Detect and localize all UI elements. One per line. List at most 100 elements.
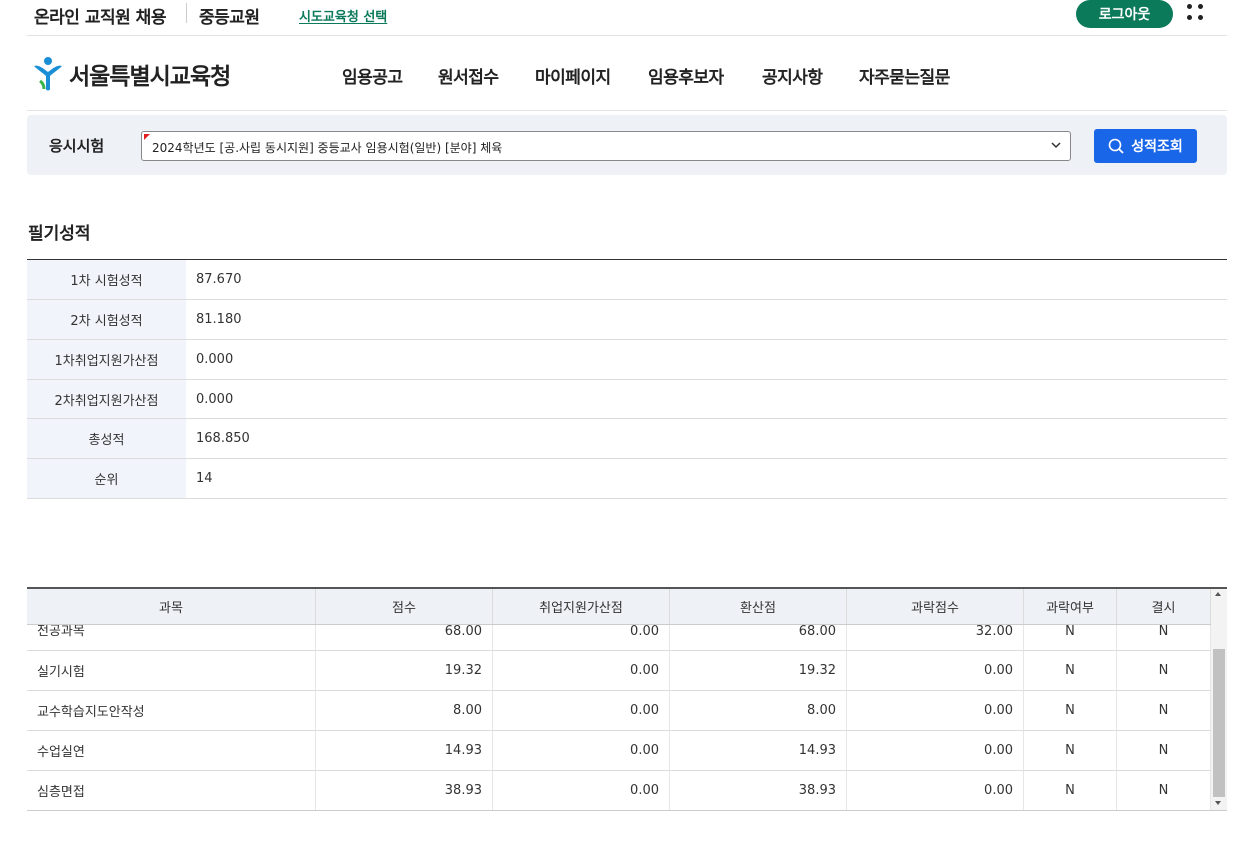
- subject-table-header: 과목 점수 취업지원가산점 환산점 과락점수 과락여부 결시: [27, 589, 1211, 625]
- region-select-link[interactable]: 시도교육청 선택: [299, 6, 387, 25]
- subject-table-body: 전공과목 68.00 0.00 68.00 32.00 N N 실기시험 19.…: [27, 625, 1211, 810]
- cell-absent: N: [1117, 771, 1211, 810]
- written-row-label: 1차 시험성적: [27, 260, 186, 299]
- cell-absent: N: [1117, 731, 1211, 770]
- subject-score-table: 과목 점수 취업지원가산점 환산점 과락점수 과락여부 결시 전공과목 68.0…: [27, 587, 1227, 811]
- logo-text: 서울특별시교육청: [69, 64, 231, 90]
- top-bar: 온라인 교직원 채용 중등교원 시도교육청 선택 로그아웃: [27, 0, 1227, 36]
- written-score-table: 1차 시험성적 87.670 2차 시험성적 81.180 1차취업지원가산점 …: [27, 259, 1227, 499]
- written-row-value: 0.000: [196, 391, 234, 407]
- cell-subject: 실기시험: [27, 651, 316, 690]
- written-row-label: 총성적: [27, 419, 186, 458]
- exam-label: 응시시험: [49, 137, 105, 155]
- cell-failed: N: [1024, 651, 1117, 690]
- written-row-value: 87.670: [196, 272, 242, 287]
- nav-item-faq[interactable]: 자주묻는질문: [859, 63, 950, 88]
- written-row: 순위 14: [27, 459, 1227, 499]
- cell-score: 68.00: [316, 625, 493, 650]
- written-score-title: 필기성적: [28, 224, 91, 244]
- grid-menu-icon[interactable]: [1187, 4, 1205, 22]
- header-cutoff: 과락점수: [847, 589, 1024, 624]
- header-score: 점수: [316, 589, 493, 624]
- cell-score: 38.93: [316, 771, 493, 810]
- table-row: 심층면접 38.93 0.00 38.93 0.00 N N: [27, 771, 1211, 810]
- cell-cutoff: 0.00: [847, 651, 1024, 690]
- cell-failed: N: [1024, 625, 1117, 650]
- logout-button[interactable]: 로그아웃: [1076, 0, 1173, 28]
- cell-subject: 심층면접: [27, 771, 316, 810]
- written-row: 2차 시험성적 81.180: [27, 300, 1227, 340]
- cell-failed: N: [1024, 691, 1117, 730]
- written-row-value: 81.180: [196, 312, 242, 327]
- scroll-thumb[interactable]: [1213, 649, 1225, 797]
- table-row: 전공과목 68.00 0.00 68.00 32.00 N N: [27, 625, 1211, 651]
- score-lookup-label: 성적조회: [1131, 138, 1183, 154]
- cell-absent: N: [1117, 691, 1211, 730]
- cell-absent: N: [1117, 651, 1211, 690]
- table-scrollbar[interactable]: [1211, 589, 1227, 810]
- header-bonus: 취업지원가산점: [493, 589, 670, 624]
- cell-bonus: 0.00: [493, 691, 670, 730]
- nav-item-candidates[interactable]: 임용후보자: [648, 63, 724, 88]
- cell-bonus: 0.00: [493, 731, 670, 770]
- site-title: 온라인 교직원 채용: [34, 8, 166, 28]
- written-row: 총성적 168.850: [27, 419, 1227, 459]
- cell-cutoff: 0.00: [847, 731, 1024, 770]
- header-subject: 과목: [27, 589, 316, 624]
- cell-bonus: 0.00: [493, 651, 670, 690]
- main-header: 서울특별시교육청 임용공고 원서접수 마이페이지 임용후보자 공지사항 자주묻는…: [27, 36, 1227, 111]
- chevron-down-icon: [1051, 142, 1061, 149]
- exam-select[interactable]: 2024학년도 [공.사립 동시지원] 중등교사 임용시험(일반) [분야] 체…: [141, 131, 1071, 161]
- header-absent: 결시: [1117, 589, 1211, 624]
- exam-select-value: 2024학년도 [공.사립 동시지원] 중등교사 임용시험(일반) [분야] 체…: [152, 141, 503, 155]
- table-row: 수업실연 14.93 0.00 14.93 0.00 N N: [27, 731, 1211, 771]
- exam-search-panel: 응시시험 2024학년도 [공.사립 동시지원] 중등교사 임용시험(일반) […: [27, 115, 1227, 175]
- written-row-value: 168.850: [196, 431, 250, 446]
- written-row: 1차취업지원가산점 0.000: [27, 340, 1227, 380]
- nav-item-mypage[interactable]: 마이페이지: [535, 63, 611, 88]
- scroll-up-arrow-icon[interactable]: [1215, 592, 1221, 596]
- seoul-logo-icon: [34, 57, 62, 91]
- cell-converted: 19.32: [670, 651, 847, 690]
- cell-cutoff: 0.00: [847, 771, 1024, 810]
- cell-converted: 68.00: [670, 625, 847, 650]
- cell-converted: 8.00: [670, 691, 847, 730]
- written-row-label: 2차 시험성적: [27, 300, 186, 339]
- header-converted: 환산점: [670, 589, 847, 624]
- table-row: 교수학습지도안작성 8.00 0.00 8.00 0.00 N N: [27, 691, 1211, 731]
- site-subtitle: 중등교원: [199, 8, 260, 28]
- nav-item-notices[interactable]: 공지사항: [762, 63, 823, 88]
- logo[interactable]: 서울특별시교육청: [31, 56, 231, 92]
- cell-converted: 14.93: [670, 731, 847, 770]
- score-lookup-button[interactable]: 성적조회: [1094, 129, 1197, 163]
- cell-score: 14.93: [316, 731, 493, 770]
- cell-failed: N: [1024, 731, 1117, 770]
- cell-score: 19.32: [316, 651, 493, 690]
- nav-item-application[interactable]: 원서접수: [438, 63, 499, 88]
- written-row-label: 1차취업지원가산점: [27, 340, 186, 379]
- title-divider: [186, 3, 187, 23]
- nav-item-recruitment-notice[interactable]: 임용공고: [342, 63, 403, 88]
- cell-score: 8.00: [316, 691, 493, 730]
- written-row-value: 14: [196, 471, 213, 486]
- cell-converted: 38.93: [670, 771, 847, 810]
- written-row-label: 순위: [27, 459, 186, 498]
- written-row: 2차취업지원가산점 0.000: [27, 380, 1227, 419]
- scroll-down-arrow-icon[interactable]: [1215, 801, 1221, 805]
- written-row: 1차 시험성적 87.670: [27, 260, 1227, 300]
- cell-absent: N: [1117, 625, 1211, 650]
- cell-bonus: 0.00: [493, 625, 670, 650]
- written-row-value: 0.000: [196, 352, 234, 367]
- cell-subject: 수업실연: [27, 731, 316, 770]
- required-flag-icon: [144, 134, 150, 140]
- cell-subject: 전공과목: [27, 625, 316, 650]
- header-failed: 과락여부: [1024, 589, 1117, 624]
- cell-cutoff: 32.00: [847, 625, 1024, 650]
- search-icon: [1108, 138, 1124, 154]
- written-row-label: 2차취업지원가산점: [27, 380, 186, 418]
- cell-cutoff: 0.00: [847, 691, 1024, 730]
- cell-bonus: 0.00: [493, 771, 670, 810]
- cell-failed: N: [1024, 771, 1117, 810]
- table-row: 실기시험 19.32 0.00 19.32 0.00 N N: [27, 651, 1211, 691]
- cell-subject: 교수학습지도안작성: [27, 691, 316, 730]
